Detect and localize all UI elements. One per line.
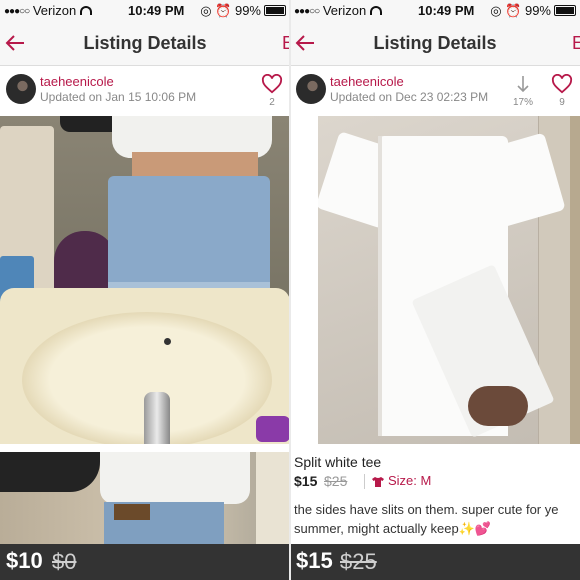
item-original-price: $25	[324, 473, 348, 489]
photo-drain	[164, 338, 171, 345]
updated-timestamp: Updated on Dec 23 02:23 PM	[330, 90, 489, 104]
seller-avatar[interactable]	[296, 74, 326, 104]
thumb-arm	[0, 452, 100, 492]
heart-icon[interactable]	[261, 74, 283, 94]
carrier-name: Verizon	[32, 3, 77, 18]
status-bar: ●●●○○ Verizon 10:49 PM ◎ ⏰ 99%	[290, 0, 580, 22]
photo-gutter	[290, 116, 318, 444]
seller-bar: taeheenicole Updated on Jan 15 10:06 PM …	[0, 66, 290, 116]
signal-icon: ●●●○○	[4, 6, 30, 17]
photo-spray-bottle	[256, 416, 290, 442]
battery-label: 99%	[524, 3, 551, 18]
like-button[interactable]: 9	[548, 74, 576, 108]
item-price: $15	[294, 473, 318, 489]
battery-label: 99%	[234, 3, 261, 18]
price-drop-indicator: 17%	[506, 74, 540, 108]
seller-avatar[interactable]	[6, 74, 36, 104]
photo-bag	[54, 231, 116, 291]
seller-username[interactable]: taeheenicole	[330, 74, 404, 89]
thumb-shirt	[100, 452, 250, 504]
battery-icon	[264, 5, 286, 16]
status-right: ◎ ⏰ 99%	[200, 3, 286, 19]
seller-username[interactable]: taeheenicole	[40, 74, 114, 89]
info-separator	[364, 474, 365, 489]
tshirt-icon	[372, 477, 384, 487]
item-size[interactable]: Size: M	[388, 473, 431, 488]
right-original-price: $25	[340, 549, 377, 574]
like-button[interactable]: 2	[258, 74, 286, 108]
panel-divider	[289, 0, 291, 580]
photo-faucet	[144, 392, 170, 444]
item-description: the sides have slits on them. super cute…	[294, 500, 580, 538]
status-bar: ●●●○○ Verizon 10:49 PM ◎ ⏰ 99%	[0, 0, 290, 22]
listing-photo-secondary[interactable]	[0, 452, 290, 548]
photo-denim-shorts	[108, 176, 270, 296]
item-description-line1: the sides have slits on them. super cute…	[294, 502, 559, 517]
page-title: Listing Details	[373, 33, 497, 53]
right-price: $15	[296, 548, 333, 573]
carrier-label: ●●●○○ Verizon	[294, 3, 383, 18]
left-price: $10	[6, 548, 43, 573]
wifi-icon	[370, 6, 383, 15]
nav-bar: Listing Details E	[290, 22, 580, 66]
like-count: 2	[269, 97, 275, 108]
listing-panel-left: ●●●○○ Verizon 10:49 PM ◎ ⏰ 99% Listing D…	[0, 0, 290, 580]
price-drop-percent: 17%	[512, 97, 533, 108]
battery-icon	[554, 5, 576, 16]
thumb-towel	[256, 452, 290, 548]
seller-bar: taeheenicole Updated on Dec 23 02:23 PM …	[290, 66, 580, 116]
down-arrow-icon	[517, 76, 529, 93]
status-right: ◎ ⏰ 99%	[490, 3, 576, 19]
listing-photo-main-right[interactable]	[318, 116, 570, 444]
item-info: Split white tee $15 $25 Size: M the side…	[292, 448, 580, 544]
item-description-line2: summer, might actually keep✨💕	[294, 521, 492, 536]
listing-photo-main[interactable]	[0, 116, 290, 444]
status-time: 10:49 PM	[128, 3, 185, 18]
updated-timestamp: Updated on Jan 15 10:06 PM	[40, 90, 197, 104]
left-original-price: $0	[52, 549, 77, 574]
like-count: 9	[559, 97, 565, 108]
thumb-leather-patch	[114, 504, 150, 520]
carrier-label: ●●●○○ Verizon	[4, 3, 93, 18]
signal-icon: ●●●○○	[294, 6, 320, 17]
status-time: 10:49 PM	[418, 3, 475, 18]
page-title: Listing Details	[83, 33, 207, 53]
item-title: Split white tee	[294, 454, 382, 470]
nav-bar: Listing Details E	[0, 22, 290, 66]
carrier-name: Verizon	[322, 3, 367, 18]
heart-icon[interactable]	[551, 74, 573, 94]
photo-tee-edge	[378, 136, 382, 436]
photo-hand	[468, 386, 528, 426]
wifi-icon	[80, 6, 93, 15]
nav-edit-partial[interactable]: E	[572, 33, 580, 54]
next-photo-peek[interactable]	[570, 116, 580, 444]
